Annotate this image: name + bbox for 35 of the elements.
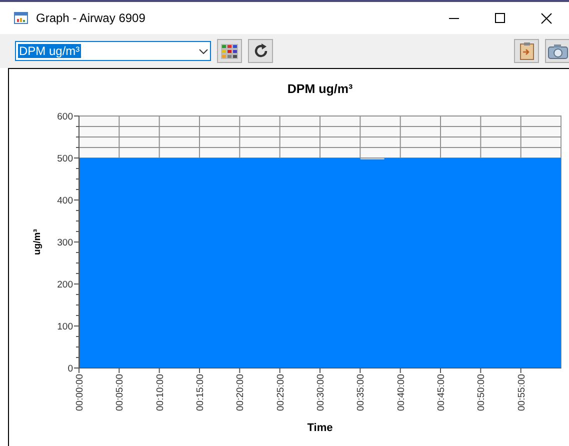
refresh-button[interactable] <box>248 39 273 63</box>
clipboard-icon <box>520 42 534 60</box>
x-tick-label: 00:40:00 <box>396 374 407 411</box>
x-tick-label: 00:30:00 <box>316 374 326 411</box>
maximize-icon <box>495 13 505 23</box>
window-title: Graph - Airway 6909 <box>36 11 146 25</box>
camera-button[interactable] <box>545 39 569 63</box>
x-tick-label: 00:10:00 <box>154 374 166 411</box>
x-tick-label: 00:05:00 <box>114 374 126 411</box>
x-tick-label: 00:45:00 <box>436 374 447 411</box>
chart-window-icon <box>14 12 28 24</box>
x-axis-title: Time <box>307 422 333 434</box>
camera-icon <box>548 44 568 58</box>
x-tick-label: 00:25:00 <box>275 374 286 411</box>
y-tick-label: 0 <box>68 364 73 374</box>
y-axis-title: ug/m³ <box>32 229 43 255</box>
y-tick-label: 600 <box>57 112 73 122</box>
y-tick-label: 100 <box>57 322 73 332</box>
refresh-icon <box>252 43 268 59</box>
clipboard-button[interactable] <box>514 39 539 63</box>
x-tick-label: 00:35:00 <box>356 374 367 411</box>
x-tick-label: 00:50:00 <box>476 374 488 411</box>
series-dropdown[interactable]: DPM ug/m³ <box>15 41 211 61</box>
color-palette-button[interactable] <box>217 39 242 63</box>
chart-title: DPM ug/m³ <box>287 82 353 96</box>
x-tick-label: 00:55:00 <box>516 374 528 411</box>
x-tick-label: 00:20:00 <box>235 374 246 411</box>
color-grid-icon <box>221 44 238 58</box>
y-tick-label: 500 <box>57 154 73 164</box>
y-tick-label: 200 <box>57 280 73 290</box>
x-tick-label: 00:15:00 <box>195 374 206 411</box>
y-tick-label: 400 <box>57 196 73 206</box>
y-tick-label: 300 <box>57 238 73 248</box>
x-tick-label: 00:00:00 <box>74 374 86 411</box>
close-icon <box>540 12 552 24</box>
